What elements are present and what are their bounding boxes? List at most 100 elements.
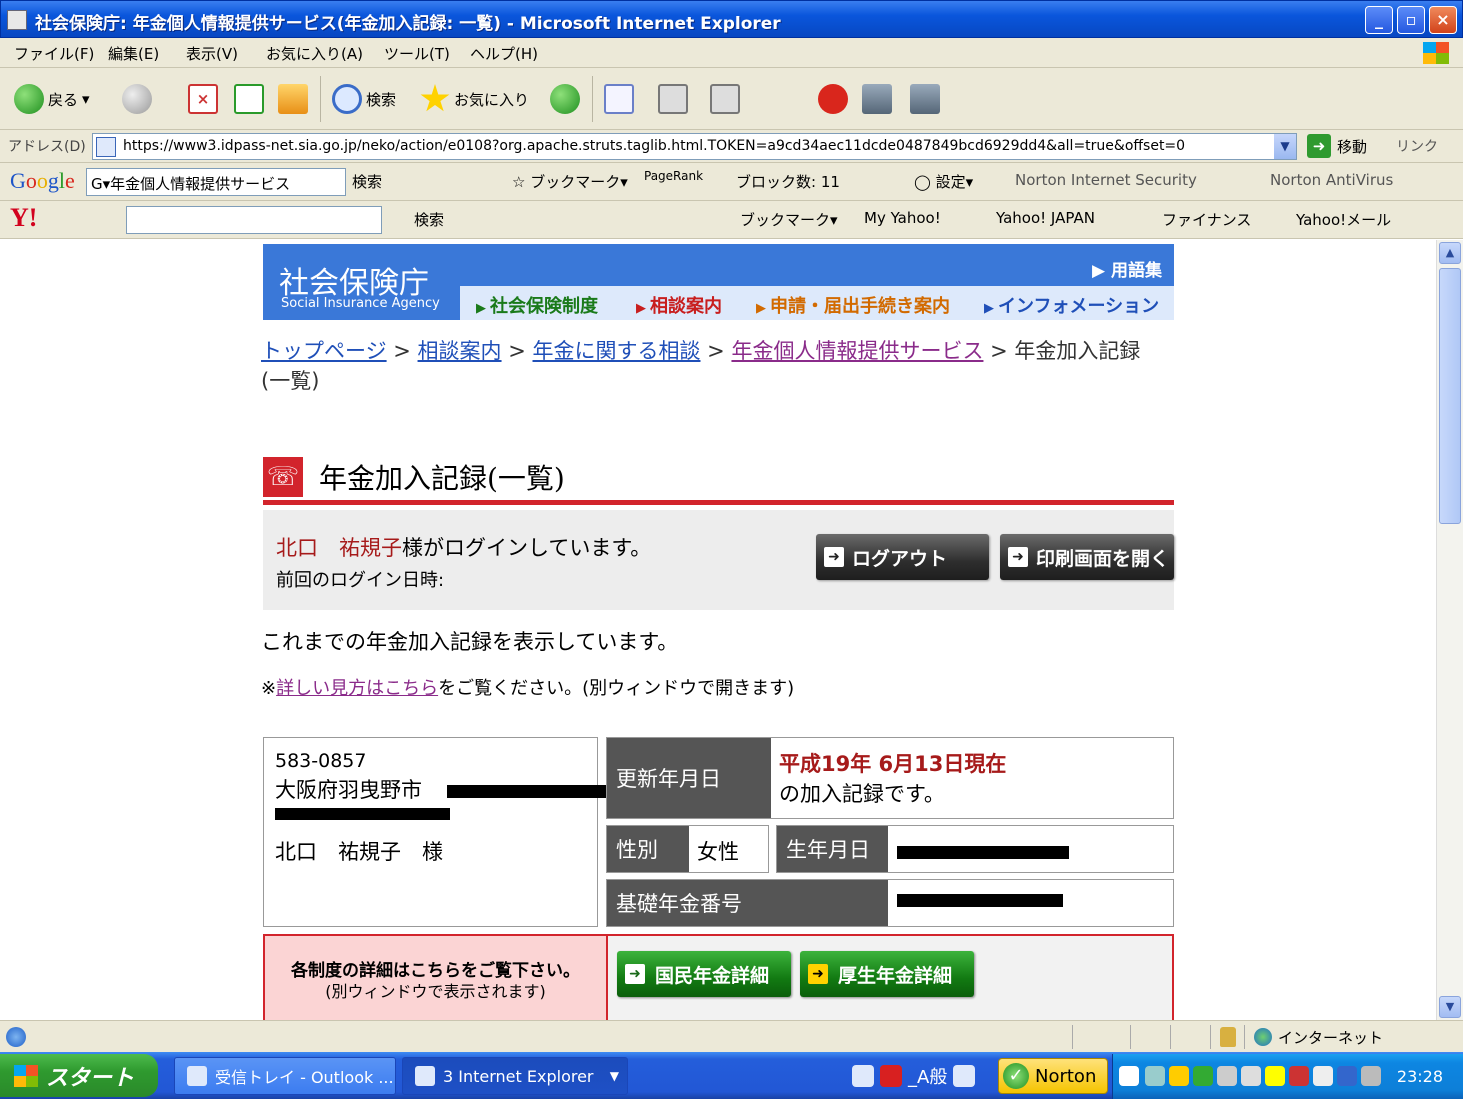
tray-expand-icon[interactable] — [1119, 1066, 1139, 1086]
my-yahoo-link[interactable]: My Yahoo! — [864, 209, 941, 227]
go-button[interactable]: ➜ 移動 — [1307, 134, 1367, 158]
back-label: 戻る — [48, 90, 79, 109]
keyboard-icon[interactable] — [852, 1065, 874, 1087]
breadcrumb-pension-consultation[interactable]: 年金に関する相談 — [533, 339, 701, 363]
back-dropdown-icon[interactable]: ▾ — [82, 90, 90, 108]
norton-internet-security-label[interactable]: Norton Internet Security — [1015, 171, 1197, 189]
nav-information[interactable]: ▶ インフォメーション — [984, 292, 1159, 318]
window-titlebar: 社会保険庁: 年金個人情報提供サービス(年金加入記録: 一覧) - Micros… — [0, 0, 1463, 38]
refresh-button[interactable] — [234, 82, 264, 116]
ime-settings-icon[interactable] — [953, 1065, 976, 1087]
nav-applications[interactable]: ▶ 申請・届出手続き案内 — [756, 292, 950, 318]
scroll-thumb[interactable] — [1439, 268, 1461, 524]
taskbar-item-ie-group[interactable]: 3 Internet Explorer ▼ — [402, 1057, 628, 1095]
tray-clock[interactable]: 23:28 — [1397, 1067, 1443, 1086]
close-button[interactable]: × — [1429, 6, 1457, 34]
arrow-right-icon: ➜ — [625, 964, 645, 984]
norton-stop-button[interactable] — [818, 82, 848, 116]
menu-file[interactable]: ファイル(F) — [14, 43, 94, 64]
menu-view[interactable]: 表示(V) — [186, 43, 238, 64]
menu-favorites[interactable]: お気に入り(A) — [266, 43, 363, 64]
yahoo-bookmarks-button[interactable]: ブックマーク▾ — [740, 209, 838, 230]
login-message: 北口 祐規子様がログインしています。 — [276, 532, 651, 562]
google-search-button[interactable]: 検索 — [352, 171, 382, 192]
account-holder: 北口 祐規子 様 — [275, 840, 443, 864]
nav-consultation[interactable]: ▶ 相談案内 — [636, 292, 722, 318]
scroll-up-icon[interactable]: ▲ — [1439, 242, 1461, 264]
arrow-right-icon: ➜ — [824, 547, 844, 567]
search-button[interactable]: 検索 — [332, 82, 396, 116]
start-button[interactable]: スタート — [0, 1054, 158, 1097]
yahoo-finance-link[interactable]: ファイナンス — [1162, 209, 1251, 230]
national-pension-details-button[interactable]: ➜ 国民年金詳細 — [617, 951, 791, 997]
standard-toolbar: 戻る ▾ × 検索 お気に入り — [0, 68, 1463, 546]
google-search-input[interactable]: G▾年金個人情報提供サービス — [86, 168, 346, 196]
tray-display-icon[interactable] — [1361, 1066, 1381, 1086]
glossary-label: 用語集 — [1111, 261, 1162, 281]
menu-edit[interactable]: 編集(E) — [108, 43, 159, 64]
back-button[interactable]: 戻る ▾ — [14, 82, 90, 116]
google-logo[interactable]: Google — [10, 168, 75, 194]
messenger-button[interactable] — [910, 82, 940, 116]
address-city: 大阪府羽曳野市 — [275, 778, 422, 802]
tray-alert-icon[interactable] — [1265, 1066, 1285, 1086]
maximize-button[interactable]: ▫ — [1397, 6, 1425, 34]
ime-mode-label[interactable]: _A般 — [908, 1063, 947, 1089]
employee-pension-details-button[interactable]: ➜ 厚生年金詳細 — [800, 951, 974, 997]
menu-help[interactable]: ヘルプ(H) — [470, 43, 538, 64]
breadcrumb-consultation[interactable]: 相談案内 — [418, 339, 502, 363]
yahoo-search-button[interactable]: 検索 — [414, 209, 444, 230]
taskbar-item-outlook[interactable]: 受信トレイ - Outlook ... — [174, 1057, 396, 1095]
tray-r-icon[interactable] — [1241, 1066, 1261, 1086]
google-bookmarks-button[interactable]: ☆ ブックマーク▾ — [512, 171, 628, 192]
update-date-suffix: の加入記録です。 — [779, 782, 945, 806]
forward-button[interactable] — [122, 82, 152, 116]
google-toolbar: Google G▾年金個人情報提供サービス 検索 ☆ ブックマーク▾ PageR… — [0, 163, 1463, 201]
norton-tray-button[interactable]: ✓ Norton — [998, 1058, 1108, 1094]
yahoo-search-input[interactable] — [126, 206, 382, 234]
print-view-button[interactable]: ➜ 印刷画面を開く — [1000, 534, 1174, 580]
glossary-link[interactable]: ▶ 用語集 — [1092, 256, 1162, 281]
tray-norton-icon[interactable] — [1169, 1066, 1189, 1086]
vertical-scrollbar[interactable]: ▲ ▼ — [1436, 240, 1463, 1020]
links-label[interactable]: リンク — [1396, 136, 1438, 156]
nav-social-insurance[interactable]: ▶ 社会保険制度 — [476, 292, 598, 318]
tray-off-icon[interactable] — [1217, 1066, 1237, 1086]
help-link[interactable]: 詳しい見方はこちら — [276, 678, 438, 699]
logout-button[interactable]: ➜ ログアウト — [816, 534, 989, 580]
breadcrumb-pension-service[interactable]: 年金個人情報提供サービス — [731, 339, 983, 363]
system-tray: 23:28 — [1112, 1054, 1463, 1099]
yahoo-japan-link[interactable]: Yahoo! JAPAN — [996, 209, 1095, 227]
norton-antivirus-label[interactable]: Norton AntiVirus — [1270, 171, 1393, 189]
address-card: 583-0857 大阪府羽曳野市 北口 祐規子 様 — [263, 737, 614, 927]
menu-tools[interactable]: ツール(T) — [384, 43, 450, 64]
breadcrumb-top[interactable]: トップページ — [261, 339, 387, 363]
address-url[interactable]: https://www3.idpass-net.sia.go.jp/neko/a… — [123, 138, 1185, 154]
ime-icon[interactable] — [880, 1065, 902, 1087]
tray-network-icon[interactable] — [1145, 1066, 1165, 1086]
mail-button[interactable] — [604, 82, 634, 116]
minimize-button[interactable]: _ — [1365, 6, 1393, 34]
nav-social-insurance-label: 社会保険制度 — [490, 296, 598, 317]
address-dropdown-icon[interactable]: ▼ — [1274, 134, 1296, 159]
tray-volume-icon[interactable] — [1313, 1066, 1333, 1086]
secure-lock-icon[interactable] — [1220, 1027, 1236, 1047]
stop-button[interactable]: × — [188, 82, 218, 116]
address-input[interactable]: https://www3.idpass-net.sia.go.jp/neko/a… — [92, 133, 1297, 160]
yahoo-logo[interactable]: Y! — [10, 203, 37, 233]
tray-security-icon[interactable] — [1289, 1066, 1309, 1086]
research-button[interactable] — [862, 82, 892, 116]
tray-connection-icon[interactable] — [1337, 1066, 1357, 1086]
home-button[interactable] — [278, 82, 308, 116]
scroll-down-icon[interactable]: ▼ — [1439, 996, 1461, 1018]
popup-blocker-count[interactable]: ブロック数: 11 — [736, 171, 840, 192]
tray-update-icon[interactable] — [1193, 1066, 1213, 1086]
edit-icon — [710, 84, 740, 114]
favorites-button[interactable]: お気に入り — [420, 82, 529, 116]
print-button[interactable] — [658, 82, 688, 116]
google-settings-button[interactable]: ◯ 設定▾ — [914, 171, 973, 192]
redaction-bar — [897, 846, 1069, 859]
edit-button[interactable] — [710, 82, 740, 116]
history-button[interactable] — [550, 82, 580, 116]
yahoo-mail-link[interactable]: Yahoo!メール — [1296, 209, 1391, 230]
